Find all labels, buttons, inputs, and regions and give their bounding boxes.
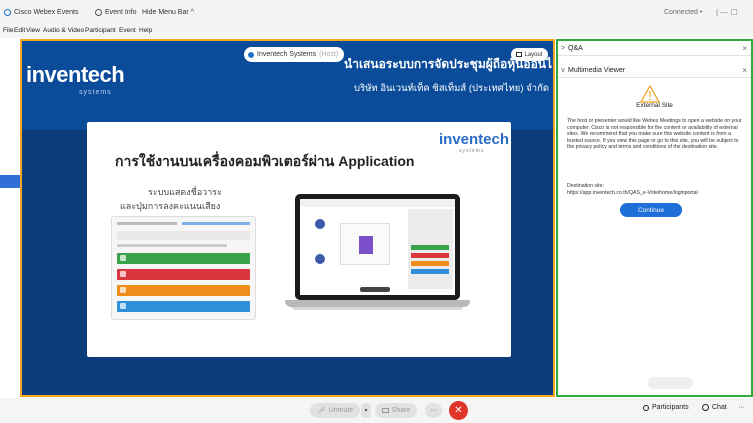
card-line <box>117 231 250 240</box>
event-info-button[interactable]: Event Info <box>95 9 137 16</box>
destination-label: Destination site: <box>567 183 604 189</box>
slide-logo-sub: systems <box>459 148 485 154</box>
unmute-label: Unmute <box>328 407 354 414</box>
more-options-button[interactable]: ··· <box>425 403 442 418</box>
microphone-icon: 🎤︎ <box>316 407 326 415</box>
menu-edit[interactable]: Edit <box>14 27 25 34</box>
destination-url: https://app.inventech.co.th/QAS_e-Vote/h… <box>567 190 698 196</box>
laptop-base <box>285 300 470 307</box>
laptop-bar <box>411 269 449 274</box>
title-bar: Cisco Webex Events Event Info Hide Menu … <box>0 0 753 25</box>
chevron-down-icon: v <box>561 66 565 74</box>
avatar <box>315 219 325 229</box>
close-icon[interactable]: × <box>742 66 747 75</box>
window-controls[interactable]: | — ☐ <box>716 8 738 17</box>
multimedia-viewer-label: Multimedia Viewer <box>568 66 626 74</box>
app-title: Cisco Webex Events <box>4 9 78 16</box>
laptop-bar <box>411 253 449 258</box>
inventech-logo: inventech <box>26 62 125 87</box>
laptop-dialog <box>340 223 390 265</box>
slide-title: การใช้งานบนเครื่องคอมพิวเตอร์ผ่าน Applic… <box>115 153 415 169</box>
menu-help[interactable]: Help <box>139 27 152 34</box>
presenter-icon <box>248 51 254 58</box>
avatar <box>315 254 325 264</box>
laptop-controls <box>360 287 390 292</box>
presentation-stage[interactable]: inventech systems Inventech Systems (Hos… <box>20 39 555 397</box>
qa-panel-header[interactable]: > Q&A × <box>558 41 751 56</box>
laptop-sidebar <box>408 209 453 289</box>
chevron-right-icon: > <box>560 44 566 52</box>
event-info-label: Event Info <box>105 9 137 16</box>
connection-status[interactable]: Connected • <box>664 9 702 16</box>
participants-label: Participants <box>652 404 689 411</box>
hide-menu-label: Hide Menu Bar ^ <box>142 9 194 16</box>
audio-options-dropdown[interactable]: ▾ <box>361 403 371 418</box>
qa-label: Q&A <box>568 44 583 52</box>
share-button[interactable]: Share <box>375 403 417 418</box>
share-icon <box>381 408 389 413</box>
left-strip <box>0 38 20 398</box>
multimedia-viewer-header[interactable]: v Multimedia Viewer × <box>558 63 751 78</box>
external-site-message: The host or presenter would like Webex M… <box>567 118 742 151</box>
vote-bar-approve <box>117 253 250 264</box>
unmute-button[interactable]: 🎤︎ Unmute <box>310 403 360 418</box>
card-line <box>182 222 250 225</box>
laptop-bar <box>411 245 449 250</box>
webex-logo-icon <box>4 9 11 16</box>
share-label: Share <box>391 407 411 414</box>
stage-header-subtitle: บริษัท อินเวนท์เท็ค ซิสเท็มส์ (ประเทศไทย… <box>354 83 549 94</box>
vote-bar-disapprove <box>117 269 250 280</box>
laptop-mock <box>295 194 460 300</box>
overflow-menu-button[interactable]: ··· <box>738 404 745 411</box>
leave-meeting-button[interactable]: ✕ <box>449 401 468 420</box>
person-icon <box>643 404 649 411</box>
laptop-screen <box>300 199 455 295</box>
continue-button[interactable]: Continue <box>620 203 682 217</box>
thumb-down-icon <box>120 271 126 277</box>
app-name: Cisco Webex Events <box>14 9 79 16</box>
card-line <box>117 222 177 225</box>
menu-event[interactable]: Event <box>119 27 136 34</box>
voting-card-mock <box>111 216 256 320</box>
inventech-logo-sub: systems <box>79 89 112 96</box>
chat-label: Chat <box>712 404 727 411</box>
menu-file[interactable]: File <box>3 27 13 34</box>
laptop-top-bar <box>300 199 455 207</box>
thumb-up-icon <box>120 255 126 261</box>
participants-button[interactable]: Participants <box>643 404 689 411</box>
host-role: (Host) <box>319 51 339 58</box>
menu-view[interactable]: View <box>26 27 40 34</box>
menu-participant[interactable]: Participant <box>85 27 116 34</box>
close-icon[interactable]: × <box>742 44 747 53</box>
info-icon <box>95 9 102 16</box>
meeting-toolbar: 🎤︎ Unmute ▾ Share ··· ✕ Participants Cha… <box>0 398 753 423</box>
stage-header-title: นำเสนอระบบการจัดประชุมผู้ถือหุ้นออนไลน์ <box>344 57 555 71</box>
submit-icon <box>120 303 126 309</box>
menu-bar: File Edit View Audio & Video Participant… <box>0 25 753 38</box>
chat-icon <box>702 404 709 411</box>
warning-icon <box>640 85 660 103</box>
chevron-down-icon: ▾ <box>364 408 368 414</box>
slide-caption: ระบบแสดงชื่อวาระ และปุ่มการลงคะแนนเสียง <box>120 185 222 213</box>
slide-caption-line1: ระบบแสดงชื่อวาระ <box>148 187 222 197</box>
shared-slide: inventech systems การใช้งานบนเครื่องคอมพ… <box>87 122 511 357</box>
vote-bar-submit <box>117 301 250 312</box>
hide-menu-bar-button[interactable]: Hide Menu Bar ^ <box>142 9 194 16</box>
laptop-bar <box>411 261 449 266</box>
abstain-icon <box>120 287 126 293</box>
chat-button[interactable]: Chat <box>702 404 727 411</box>
card-line <box>117 244 227 247</box>
menu-audio-video[interactable]: Audio & Video <box>43 27 84 34</box>
slide-caption-line2: และปุ่มการลงคะแนนเสียง <box>120 201 221 211</box>
vote-bar-abstain <box>117 285 250 296</box>
connection-status-label: Connected • <box>664 9 703 16</box>
external-site-title: External Site <box>636 102 673 109</box>
laptop-foot <box>292 307 463 310</box>
slide-logo: inventech <box>439 131 510 148</box>
host-badge: Inventech Systems (Host) <box>244 47 345 62</box>
faded-button <box>648 377 693 389</box>
host-name: Inventech Systems <box>257 51 317 58</box>
laptop-dialog-image <box>359 236 373 254</box>
right-panel: > Q&A × v Multimedia Viewer × External S… <box>556 39 753 397</box>
